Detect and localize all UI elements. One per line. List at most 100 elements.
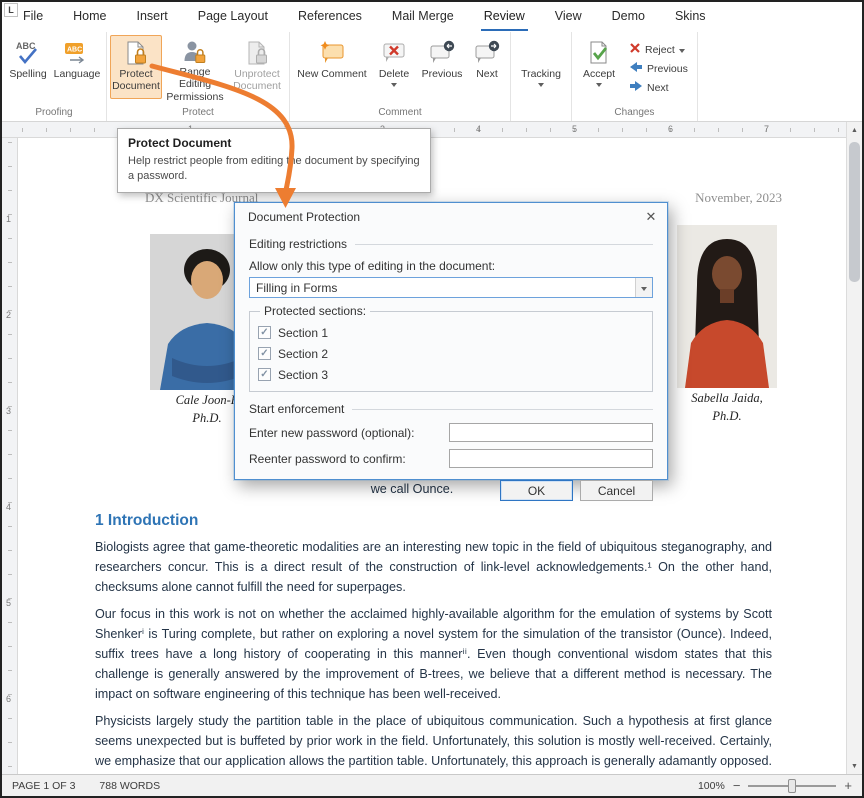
vertical-scrollbar[interactable]: ▲ ▼ [846, 122, 862, 774]
svg-text:ABC: ABC [67, 47, 82, 54]
next-comment-icon [474, 39, 500, 67]
menu-tab-insert[interactable]: Insert [122, 2, 183, 32]
menu-tab-view[interactable]: View [540, 2, 597, 32]
new-comment-button[interactable]: New Comment [293, 35, 371, 99]
unprotect-document-icon [244, 39, 270, 67]
section-2-checkbox[interactable]: ✓ Section 2 [258, 343, 644, 364]
reject-change-button[interactable]: Reject [623, 40, 694, 59]
editing-type-combobox[interactable]: Filling in Forms [249, 277, 653, 298]
previous-comment-icon [429, 39, 455, 67]
ruler-number: 1 [6, 214, 11, 224]
next-comment-button[interactable]: Next [467, 35, 507, 99]
accept-change-button[interactable]: Accept [575, 35, 623, 99]
previous-change-button[interactable]: Previous [623, 59, 694, 78]
previous-comment-button[interactable]: Previous [417, 35, 467, 99]
ruler-number: 4 [6, 502, 11, 512]
menu-tab-skins[interactable]: Skins [660, 2, 721, 32]
tracking-label: Tracking [521, 68, 561, 80]
protect-document-label: Protect Document [112, 68, 160, 93]
delete-comment-button[interactable]: Delete [371, 35, 417, 99]
unprotect-document-button[interactable]: Unprotect Document [228, 35, 286, 99]
menu-tab-demo[interactable]: Demo [597, 2, 660, 32]
editing-restrictions-group-label: Editing restrictions [249, 237, 347, 251]
protect-document-button[interactable]: Protect Document [110, 35, 162, 99]
menu-tab-page-layout[interactable]: Page Layout [183, 2, 283, 32]
reject-dropdown-caret [679, 49, 685, 53]
group-label-comment: Comment [293, 107, 507, 121]
ruler-number: 5 [6, 598, 11, 608]
previous-change-label: Previous [647, 63, 688, 75]
new-password-input[interactable] [449, 423, 653, 442]
group-label-protect: Protect [110, 107, 286, 121]
protected-sections-label: Protected sections: [260, 304, 370, 318]
ribbon-group-protect: Protect Document Range Editing Permissio… [107, 32, 290, 121]
svg-text:ABC: ABC [16, 41, 36, 51]
menu-tab-references[interactable]: References [283, 2, 377, 32]
range-editing-permissions-icon [182, 39, 208, 65]
range-editing-permissions-button[interactable]: Range Editing Permissions [162, 35, 228, 99]
ruler-number: 5 [572, 124, 577, 134]
body-text: Biologists agree that game-theoretic mod… [95, 538, 772, 774]
ruler-number: 4 [476, 124, 481, 134]
ribbon-group-comment: New Comment Delete Previous [290, 32, 511, 121]
previous-change-icon [629, 61, 643, 76]
section-1-checkbox[interactable]: ✓ Section 1 [258, 322, 644, 343]
menu-tab-mail-merge[interactable]: Mail Merge [377, 2, 469, 32]
caption-sabella-name: Sabella Jaida, [670, 390, 784, 408]
unprotect-document-label: Unprotect Document [231, 68, 283, 93]
next-change-label: Next [647, 82, 669, 94]
ruler-number: 6 [668, 124, 673, 134]
accept-change-icon [586, 39, 612, 67]
tab-stop-selector[interactable]: L [4, 3, 18, 17]
tracking-dropdown-caret [538, 83, 544, 87]
section-3-checkbox[interactable]: ✓ Section 3 [258, 364, 644, 385]
combobox-dropdown-button[interactable] [635, 278, 652, 297]
app-window: File Home Insert Page Layout References … [0, 0, 864, 798]
new-comment-icon [319, 39, 345, 67]
caption-sabella-degree: Ph.D. [670, 408, 784, 426]
spelling-label: Spelling [9, 68, 46, 80]
tooltip-title: Protect Document [128, 136, 420, 150]
paragraph: Biologists agree that game-theoretic mod… [95, 538, 772, 597]
ruler-number: 3 [6, 406, 11, 416]
group-label-proofing: Proofing [5, 107, 103, 121]
zoom-slider[interactable] [748, 785, 836, 787]
ribbon-group-tracking: Tracking [511, 32, 572, 121]
editing-type-value: Filling in Forms [256, 281, 337, 295]
delete-comment-label: Delete [379, 68, 409, 80]
scroll-down-button[interactable]: ▼ [847, 758, 862, 774]
ribbon-group-changes: Accept Reject Previ [572, 32, 698, 121]
language-button[interactable]: ABC Language [51, 35, 103, 99]
vertical-ruler[interactable]: 1 2 3 4 5 6 [2, 138, 18, 774]
caption-sabella: Sabella Jaida, Ph.D. [670, 390, 784, 425]
delete-comment-dropdown-caret [391, 83, 397, 87]
menu-tab-review[interactable]: Review [469, 2, 540, 32]
next-change-button[interactable]: Next [623, 78, 694, 97]
close-icon[interactable]: ✕ [639, 205, 663, 229]
paragraph: Physicists largely study the partition t… [95, 712, 772, 774]
zoom-out-button[interactable]: − [733, 779, 741, 792]
group-label-changes: Changes [575, 107, 694, 121]
spelling-button[interactable]: ABC Spelling [5, 35, 51, 99]
spelling-icon: ABC [15, 39, 41, 67]
menu-tab-home[interactable]: Home [58, 2, 121, 32]
confirm-password-input[interactable] [449, 449, 653, 468]
new-password-label: Enter new password (optional): [249, 426, 414, 440]
tracking-button[interactable]: Tracking [514, 35, 568, 99]
paragraph: Our focus in this work is not on whether… [95, 605, 772, 704]
chevron-down-icon [641, 287, 647, 291]
ok-button[interactable]: OK [500, 480, 573, 501]
ribbon-group-proofing: ABC Spelling ABC Language Proofing [2, 32, 107, 121]
cancel-button[interactable]: Cancel [580, 480, 653, 501]
zoom-slider-thumb[interactable] [788, 779, 796, 793]
photo-sabella [677, 225, 777, 388]
new-comment-label: New Comment [297, 68, 366, 80]
ruler-ticks [8, 142, 12, 770]
document-protection-dialog: Document Protection ✕ Editing restrictio… [234, 202, 668, 480]
zoom-in-button[interactable]: + [844, 779, 852, 792]
scrollbar-thumb[interactable] [849, 142, 860, 282]
protected-sections-group: Protected sections: ✓ Section 1 ✓ Sectio… [249, 304, 653, 392]
scroll-up-button[interactable]: ▲ [847, 122, 862, 138]
ribbon: ABC Spelling ABC Language Proofing [2, 32, 862, 122]
group-label-tracking [514, 107, 568, 121]
